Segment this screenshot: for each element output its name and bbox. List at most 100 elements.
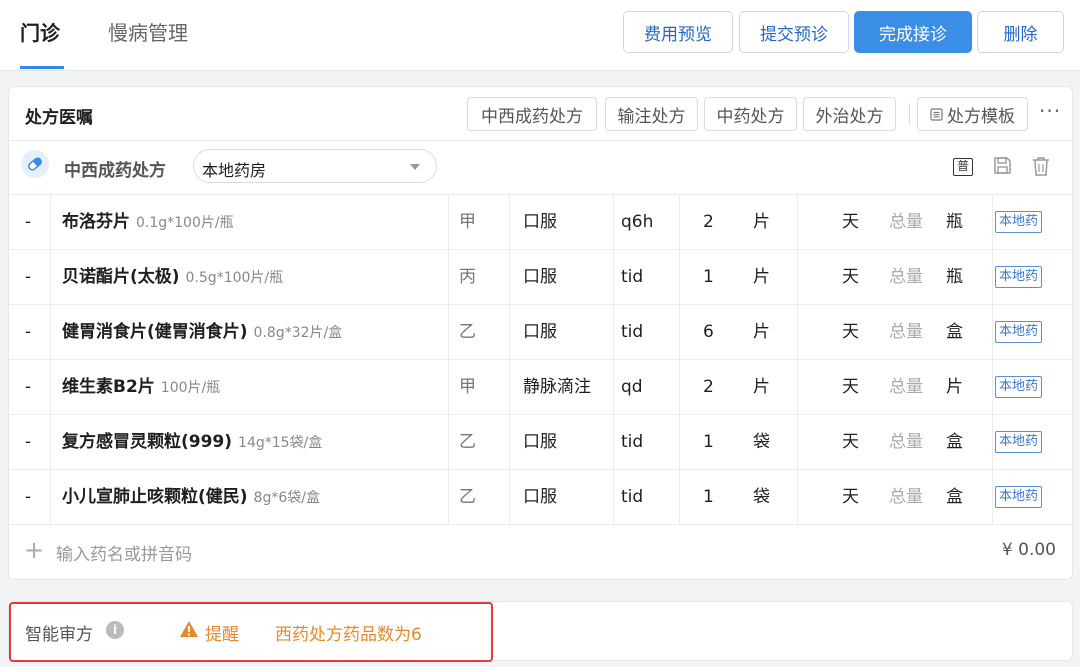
column-divider	[613, 415, 614, 470]
dose-field[interactable]: 1	[703, 415, 714, 470]
dose-field[interactable]: 2	[703, 360, 714, 415]
total-field[interactable]: 总量	[889, 415, 923, 470]
more-icon[interactable]: ···	[1039, 99, 1061, 123]
tab-chronic-management[interactable]: 慢病管理	[108, 20, 188, 46]
column-divider	[448, 470, 449, 525]
plus-icon[interactable]: +	[24, 536, 44, 564]
total-field[interactable]: 总量	[889, 360, 923, 415]
template-label: 处方模板	[947, 106, 1015, 127]
dose-field[interactable]: 1	[703, 470, 714, 525]
total-unit: 瓶	[946, 267, 963, 287]
row-remove-dash[interactable]: -	[25, 360, 31, 415]
cost-preview-button[interactable]: 费用预览	[623, 11, 733, 53]
route-field[interactable]: 口服	[523, 195, 557, 250]
days-field[interactable]: 天	[842, 195, 859, 250]
save-icon[interactable]	[993, 156, 1012, 175]
general-badge-icon[interactable]: 普	[953, 158, 973, 176]
column-divider	[992, 195, 993, 250]
frequency-field[interactable]: tid	[621, 470, 643, 525]
pharmacy-select[interactable]: 本地药房	[193, 149, 437, 183]
dose-unit: 片	[753, 212, 770, 232]
column-divider	[679, 305, 680, 360]
template-button[interactable]: 处方模板	[917, 97, 1028, 131]
total-field[interactable]: 总量	[889, 195, 923, 250]
row-remove-dash[interactable]: -	[25, 305, 31, 360]
days-field[interactable]: 天	[842, 305, 859, 360]
frequency-field[interactable]: tid	[621, 250, 643, 305]
route-field[interactable]: 口服	[523, 470, 557, 525]
medication-row[interactable]: - 健胃消食片(健胃消食片) 0.8g*32片/盒 乙 口服 tid 6 片 天总量 盒 本地药	[9, 305, 1072, 360]
submit-prediagnosis-button[interactable]: 提交预诊	[739, 11, 849, 53]
column-divider	[679, 195, 680, 250]
dose-field[interactable]: 2	[703, 195, 714, 250]
column-divider	[509, 415, 510, 470]
medication-name-cell[interactable]: 维生素B2片 100片/瓶	[62, 360, 220, 415]
medication-row[interactable]: - 布洛芬片 0.1g*100片/瓶 甲 口服 q6h 2 片 天总量 瓶 本地药	[9, 195, 1072, 250]
prescription-card: 处方医嘱 中西成药处方 输注处方 中药处方 外治处方 处方模板 ··· 中西成药…	[8, 86, 1073, 580]
column-divider	[613, 250, 614, 305]
column-divider	[613, 195, 614, 250]
total-unit: 盒	[946, 322, 963, 342]
row-remove-dash[interactable]: -	[25, 415, 31, 470]
dose-field[interactable]: 6	[703, 305, 714, 360]
column-divider	[50, 415, 51, 470]
column-divider	[448, 360, 449, 415]
days-field[interactable]: 天	[842, 250, 859, 305]
delete-button[interactable]: 删除	[977, 11, 1064, 53]
trash-icon[interactable]	[1032, 156, 1050, 176]
column-divider	[50, 470, 51, 525]
medication-name-cell[interactable]: 布洛芬片 0.1g*100片/瓶	[62, 195, 234, 250]
column-divider	[448, 415, 449, 470]
days-field[interactable]: 天	[842, 470, 859, 525]
medication-name-cell[interactable]: 健胃消食片(健胃消食片) 0.8g*32片/盒	[62, 305, 342, 360]
medication-name: 贝诺酯片(太极)	[62, 267, 180, 287]
column-divider	[679, 470, 680, 525]
row-remove-dash[interactable]: -	[25, 195, 31, 250]
medication-name: 布洛芬片	[62, 212, 130, 232]
add-medication-row[interactable]: + 输入药名或拼音码 ¥ 0.00	[9, 524, 1072, 579]
info-icon[interactable]: i	[106, 621, 124, 639]
medication-search-input[interactable]: 输入药名或拼音码	[56, 540, 192, 565]
pill-icon	[21, 150, 49, 178]
smart-audit-panel: 智能审方 i 提醒 西药处方药品数为6	[8, 601, 1073, 662]
medication-row[interactable]: - 贝诺酯片(太极) 0.5g*100片/瓶 丙 口服 tid 1 片 天总量 瓶 本地药	[9, 250, 1072, 305]
route-field[interactable]: 口服	[523, 305, 557, 360]
total-field[interactable]: 总量	[889, 470, 923, 525]
column-divider	[50, 250, 51, 305]
frequency-field[interactable]: qd	[621, 360, 643, 415]
card-title: 处方医嘱	[25, 108, 93, 128]
row-remove-dash[interactable]: -	[25, 250, 31, 305]
frequency-field[interactable]: tid	[621, 305, 643, 360]
total-field[interactable]: 总量	[889, 305, 923, 360]
chip-external-treatment[interactable]: 外治处方	[803, 97, 896, 131]
medication-row[interactable]: - 复方感冒灵颗粒(999) 14g*15袋/盒 乙 口服 tid 1 袋 天总量 盒 本地药	[9, 415, 1072, 470]
medication-name-cell[interactable]: 小儿宣肺止咳颗粒(健民) 8g*6袋/盒	[62, 470, 320, 525]
frequency-field[interactable]: q6h	[621, 195, 653, 250]
days-field[interactable]: 天	[842, 415, 859, 470]
column-divider	[992, 415, 993, 470]
finish-consultation-button[interactable]: 完成接诊	[854, 11, 972, 53]
medication-name-cell[interactable]: 贝诺酯片(太极) 0.5g*100片/瓶	[62, 250, 283, 305]
chip-herbal[interactable]: 中药处方	[704, 97, 797, 131]
column-divider	[50, 360, 51, 415]
route-field[interactable]: 静脉滴注	[523, 360, 591, 415]
chip-western-chinese-patent[interactable]: 中西成药处方	[467, 97, 597, 131]
frequency-field[interactable]: tid	[621, 415, 643, 470]
chip-infusion[interactable]: 输注处方	[605, 97, 698, 131]
row-remove-dash[interactable]: -	[25, 470, 31, 525]
route-field[interactable]: 口服	[523, 415, 557, 470]
days-field[interactable]: 天	[842, 360, 859, 415]
column-divider	[50, 195, 51, 250]
column-divider	[797, 195, 798, 250]
route-field[interactable]: 口服	[523, 250, 557, 305]
medication-name-cell[interactable]: 复方感冒灵颗粒(999) 14g*15袋/盒	[62, 415, 322, 470]
medication-row[interactable]: - 小儿宣肺止咳颗粒(健民) 8g*6袋/盒 乙 口服 tid 1 袋 天总量 盒 本地药	[9, 470, 1072, 525]
dose-field[interactable]: 1	[703, 250, 714, 305]
divider	[9, 140, 1072, 141]
tab-outpatient[interactable]: 门诊	[20, 20, 60, 46]
audit-message: 西药处方药品数为6	[275, 625, 422, 645]
total-field[interactable]: 总量	[889, 250, 923, 305]
column-divider	[679, 415, 680, 470]
local-drug-tag: 本地药	[995, 486, 1043, 508]
medication-row[interactable]: - 维生素B2片 100片/瓶 甲 静脉滴注 qd 2 片 天总量 片 本地药	[9, 360, 1072, 415]
